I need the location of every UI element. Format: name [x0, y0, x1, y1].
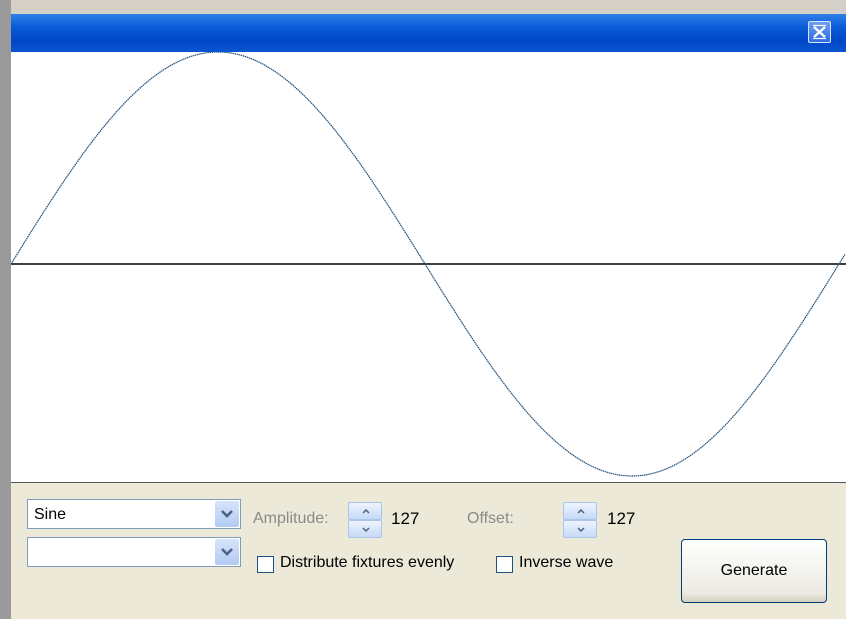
offset-label: Offset:	[467, 510, 514, 527]
controls-panel: Sine Amplitude: 127 Offset: 127 Distribu…	[11, 483, 846, 619]
title-bar[interactable]	[11, 14, 846, 52]
chevron-down-icon	[577, 527, 585, 532]
distribute-fixtures-checkbox[interactable]	[257, 556, 274, 573]
amplitude-up-button[interactable]	[348, 502, 382, 520]
amplitude-value: 127	[391, 509, 420, 528]
wave-generator-window: Sine Amplitude: 127 Offset: 127 Distribu…	[0, 0, 846, 619]
amplitude-spinner[interactable]	[348, 502, 382, 538]
offset-down-button[interactable]	[563, 520, 597, 538]
offset-spinner[interactable]	[563, 502, 597, 538]
wave-type-dropdown-button[interactable]	[215, 501, 239, 527]
secondary-select[interactable]	[27, 537, 241, 567]
window-left-border	[0, 0, 11, 619]
chevron-up-icon	[577, 509, 585, 514]
inverse-wave-option[interactable]: Inverse wave	[496, 554, 636, 576]
wave-preview	[10, 51, 846, 483]
close-button[interactable]	[808, 21, 831, 43]
wave-type-select[interactable]: Sine	[27, 499, 241, 529]
chevron-down-icon	[221, 510, 233, 518]
window-top-edge	[0, 0, 846, 14]
amplitude-down-button[interactable]	[348, 520, 382, 538]
wave-preview-svg	[10, 51, 846, 477]
wave-type-value: Sine	[34, 506, 67, 523]
chevron-down-icon	[221, 548, 233, 556]
offset-up-button[interactable]	[563, 502, 597, 520]
generate-button[interactable]: Generate	[681, 539, 827, 603]
offset-value: 127	[607, 509, 636, 528]
distribute-fixtures-option[interactable]: Distribute fixtures evenly	[257, 554, 483, 576]
inverse-wave-checkbox[interactable]	[496, 556, 513, 573]
distribute-fixtures-label: Distribute fixtures evenly	[280, 554, 455, 571]
amplitude-label: Amplitude:	[253, 510, 329, 527]
secondary-dropdown-button[interactable]	[215, 539, 239, 565]
inverse-wave-label: Inverse wave	[519, 554, 614, 571]
chevron-down-icon	[362, 527, 370, 532]
chevron-up-icon	[362, 509, 370, 514]
close-icon	[813, 24, 826, 40]
